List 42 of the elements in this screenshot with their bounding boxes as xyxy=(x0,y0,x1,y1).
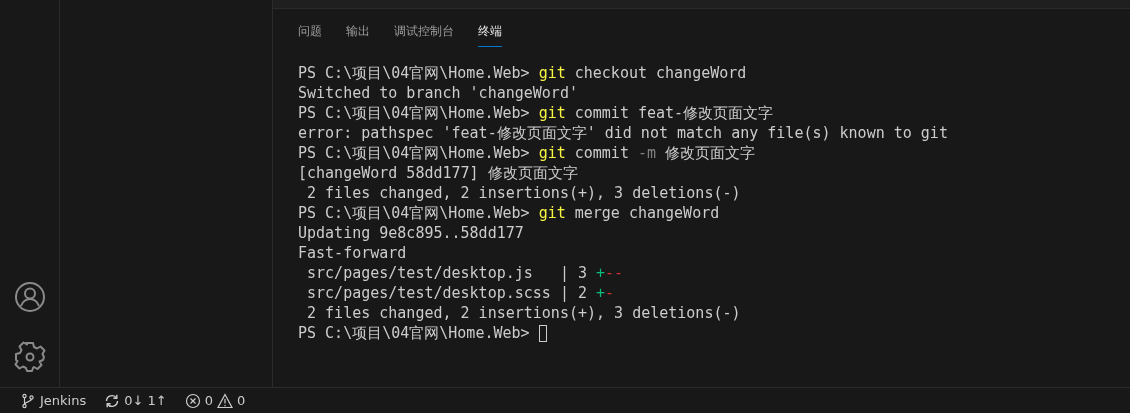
terminal-text: [changeWord 58dd177] 修改页面文字 xyxy=(298,163,578,183)
removed-marks: -- xyxy=(605,263,624,283)
command-text: git xyxy=(538,203,566,223)
panel-tab[interactable]: 调试控制台 xyxy=(394,21,454,47)
terminal-text: commit feat-修改页面文字 xyxy=(573,103,774,123)
terminal-text: src/pages/test/desktop.js | 3 xyxy=(306,263,588,283)
warning-count[interactable]: 0 xyxy=(237,393,246,408)
terminal-text: PS C:\项目\04官网\Home.Web> xyxy=(298,203,531,223)
terminal-text: 修改页面文字 xyxy=(664,143,756,163)
terminal-text: 2 files changed, 2 insertions(+), 3 deletions(-) xyxy=(306,303,741,323)
command-text: git xyxy=(538,63,566,83)
terminal-text: 2 files changed, 2 insertions(+), 3 deletions(-) xyxy=(306,183,741,203)
added-marks: + xyxy=(596,263,606,283)
terminal-text: checkout changeWord xyxy=(573,63,747,83)
terminal-text: merge changeWord xyxy=(573,203,720,223)
command-text: git xyxy=(538,143,566,163)
terminal-text: Switched to branch 'changeWord' xyxy=(298,83,578,103)
panel-tab[interactable]: 输出 xyxy=(346,21,370,47)
panel-tab[interactable]: 问题 xyxy=(298,21,322,47)
sync-status[interactable]: 0↓ 1↑ xyxy=(124,393,167,408)
account-icon[interactable] xyxy=(13,281,46,313)
branch-name[interactable]: Jenkins xyxy=(40,393,87,408)
terminal-text: src/pages/test/desktop.scss | 2 xyxy=(306,283,588,303)
settings-icon[interactable] xyxy=(13,341,46,373)
terminal-text: PS C:\项目\04官网\Home.Web> xyxy=(298,63,531,83)
flag-text: -m xyxy=(637,143,657,163)
terminal-text: Updating 9e8c895..58dd177 xyxy=(298,223,524,243)
terminal-text: PS C:\项目\04官网\Home.Web> xyxy=(298,323,531,343)
terminal-text: PS C:\项目\04官网\Home.Web> xyxy=(298,143,531,163)
error-count[interactable]: 0 xyxy=(204,393,213,408)
warning-icon[interactable] xyxy=(217,392,233,409)
terminal-text: Fast-forward xyxy=(298,243,407,263)
panel-tab[interactable]: 终端 xyxy=(478,21,502,47)
command-text: git xyxy=(538,103,566,123)
terminal-text: PS C:\项目\04官网\Home.Web> xyxy=(298,103,531,123)
added-marks: + xyxy=(596,283,606,303)
branch-icon[interactable] xyxy=(20,392,36,409)
sync-icon[interactable] xyxy=(104,392,121,409)
terminal-text: commit xyxy=(573,143,630,163)
error-icon[interactable] xyxy=(184,392,201,409)
terminal-text: error: pathspec 'feat-修改页面文字' did not match any file(s) known to git xyxy=(298,123,948,143)
removed-marks: - xyxy=(605,283,615,303)
